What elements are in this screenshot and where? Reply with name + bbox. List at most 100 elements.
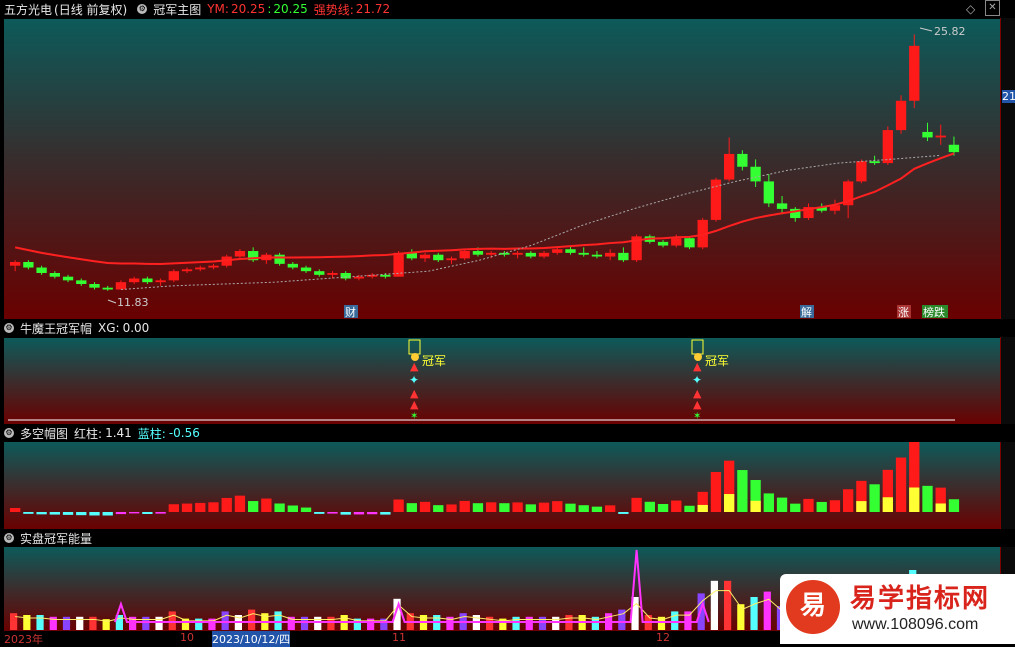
main-chart[interactable]: 25.82 11.83 财 解 涨 榜跌 <box>0 0 1000 319</box>
duokong-bar <box>882 469 893 512</box>
energy-bar <box>525 616 533 630</box>
candle-body <box>499 252 510 255</box>
candle-body <box>737 153 748 167</box>
candle-body <box>538 252 550 257</box>
candle-body <box>869 161 880 164</box>
sub1-scale <box>1000 337 1015 424</box>
energy-bar <box>631 597 639 630</box>
candle <box>710 177 722 222</box>
duokong-inner-bar <box>697 504 708 512</box>
duokong-bar <box>367 512 378 515</box>
high-price-label: 25.82 <box>934 25 966 38</box>
candle-body <box>525 252 536 257</box>
duokong-bar <box>314 512 325 514</box>
sub1-name[interactable]: 牛魔王冠军帽 <box>20 320 92 337</box>
duokong-bar <box>512 502 523 512</box>
energy-bar <box>763 591 771 630</box>
duokong-bar <box>829 500 841 512</box>
duokong-bar <box>10 508 21 512</box>
x-axis-label-dec: 12 <box>656 631 670 644</box>
candle-body <box>724 153 735 180</box>
candle-body <box>763 181 774 204</box>
candle-body <box>486 252 497 255</box>
energy-bar <box>142 616 150 630</box>
duokong-bar <box>446 504 457 512</box>
sub1-signal-label-1: 冠军 <box>422 354 446 368</box>
duokong-bar <box>895 457 907 512</box>
candle-body <box>578 252 589 255</box>
candle-body <box>419 254 431 259</box>
svg-text:▲: ▲ <box>410 360 419 373</box>
energy-bar <box>36 615 44 630</box>
svg-text:▲: ▲ <box>410 387 419 400</box>
x-axis-label-date: 2023/10/12/四 <box>212 631 291 647</box>
candle-body <box>459 251 470 259</box>
sub1-settings-icon[interactable]: ⚙ <box>4 323 14 333</box>
sub3-spike-line <box>113 549 710 623</box>
duokong-bar <box>591 506 603 512</box>
main-chart-background <box>4 19 1000 319</box>
energy-bar <box>195 618 203 630</box>
sub3-header: ⚙ 实盘冠军能量 <box>0 529 1000 547</box>
energy-bar <box>155 616 163 630</box>
duokong-bar <box>803 498 814 512</box>
duokong-bar <box>340 512 351 515</box>
energy-bar <box>499 618 507 630</box>
energy-bar <box>419 615 428 630</box>
duokong-bar <box>618 512 629 514</box>
duokong-bar <box>36 512 47 515</box>
sub3-settings-icon[interactable]: ⚙ <box>4 533 14 543</box>
candle-body <box>327 273 338 275</box>
duokong-bar <box>181 503 193 512</box>
duokong-bar <box>380 512 391 515</box>
duokong-bar <box>472 503 484 512</box>
duokong-bar <box>776 497 788 512</box>
duokong-bar <box>115 512 127 515</box>
duokong-bar <box>102 512 113 516</box>
marker-zhang-label: 涨 <box>898 306 909 319</box>
candle-body <box>287 263 298 268</box>
duokong-bar <box>486 502 497 512</box>
duokong-bar <box>578 505 589 512</box>
candle-body <box>23 262 34 268</box>
candle-body <box>512 252 523 255</box>
duokong-bar <box>697 491 708 512</box>
duokong-bar <box>274 503 285 512</box>
candle-body <box>909 45 920 101</box>
energy-bar <box>89 616 97 630</box>
duokong-bar <box>763 493 774 512</box>
energy-bar <box>697 593 705 630</box>
duokong-bar <box>248 501 259 512</box>
svg-text:▲: ▲ <box>693 360 702 373</box>
svg-text:▲: ▲ <box>693 398 702 411</box>
energy-bar <box>340 615 348 630</box>
duokong-bar <box>353 512 365 515</box>
candle-body <box>142 278 153 283</box>
energy-bar <box>327 616 335 630</box>
duokong-bar <box>142 512 153 514</box>
duokong-bar <box>684 505 695 512</box>
sub2-scale <box>1000 442 1015 529</box>
duokong-bar <box>935 487 946 512</box>
energy-bar <box>406 613 414 630</box>
candle-body <box>618 252 629 261</box>
duokong-bar <box>23 512 34 514</box>
sub2-name[interactable]: 多空帽图 <box>20 425 68 442</box>
energy-bar <box>684 611 692 630</box>
candle-body <box>776 203 788 209</box>
sub2-settings-icon[interactable]: ⚙ <box>4 428 14 438</box>
red-label: 红柱: <box>74 426 103 441</box>
duokong-inner-bar <box>935 503 946 512</box>
candle-body <box>472 251 484 255</box>
energy-bar <box>618 609 626 630</box>
sub3-name[interactable]: 实盘冠军能量 <box>20 530 92 547</box>
candle-body <box>922 131 933 138</box>
energy-bar <box>393 598 401 630</box>
sub2-header: ⚙ 多空帽图 红柱: 1.41 蓝柱: -0.56 <box>0 424 1000 442</box>
candle-body <box>89 284 100 288</box>
duokong-inner-bar <box>750 500 761 512</box>
svg-text:✶: ✶ <box>410 411 418 422</box>
energy-bar <box>657 616 666 630</box>
candle <box>856 159 867 184</box>
watermark-logo: 易 易学指标网 www.108096.com <box>780 574 1015 644</box>
